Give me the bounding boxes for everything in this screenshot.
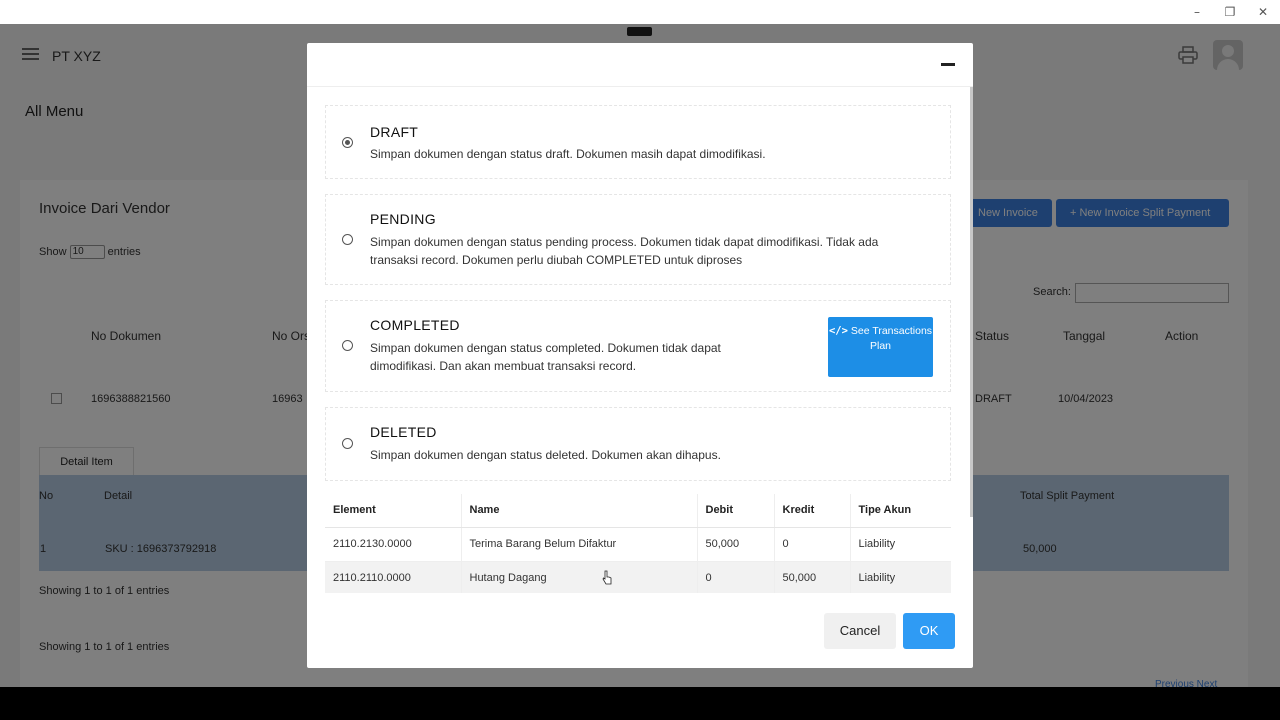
restore-window-button[interactable]: ❐ bbox=[1222, 4, 1238, 20]
table-row: 2110.2130.0000 Terima Barang Belum Difak… bbox=[325, 527, 951, 562]
radio-deleted[interactable] bbox=[342, 438, 353, 449]
option-deleted[interactable]: DELETED Simpan dokumen dengan status del… bbox=[325, 407, 951, 481]
see-transactions-plan-button[interactable]: </> See Transactions Plan bbox=[828, 317, 933, 377]
close-window-button[interactable]: ✕ bbox=[1255, 4, 1271, 20]
minimize-window-button[interactable]: – bbox=[1189, 4, 1205, 20]
cell-name: Terima Barang Belum Difaktur bbox=[460, 527, 697, 562]
transactions-plan-table: Element Name Debit Kredit Tipe Akun 2110… bbox=[325, 494, 951, 593]
ok-button[interactable]: OK bbox=[903, 613, 955, 649]
option-draft-desc: Simpan dokumen dengan status draft. Doku… bbox=[370, 147, 766, 161]
column-tipe-akun: Tipe Akun bbox=[849, 494, 951, 528]
status-modal: DRAFT Simpan dokumen dengan status draft… bbox=[307, 43, 973, 668]
column-kredit: Kredit bbox=[773, 494, 850, 528]
radio-completed[interactable] bbox=[342, 340, 353, 351]
cancel-button[interactable]: Cancel bbox=[824, 613, 896, 649]
option-draft-title: DRAFT bbox=[370, 124, 419, 140]
cell-name: Hutang Dagang bbox=[460, 561, 697, 593]
minimize-modal-button[interactable] bbox=[941, 63, 955, 66]
modal-header bbox=[307, 43, 973, 87]
option-completed[interactable]: COMPLETED Simpan dokumen dengan status c… bbox=[325, 300, 951, 392]
hand-cursor-icon bbox=[602, 570, 612, 585]
cell-tipe-akun: Liability bbox=[849, 561, 951, 593]
option-pending-title: PENDING bbox=[370, 211, 436, 227]
option-deleted-desc: Simpan dokumen dengan status deleted. Do… bbox=[370, 448, 721, 462]
radio-draft[interactable] bbox=[342, 137, 353, 148]
cell-element: 2110.2130.0000 bbox=[325, 527, 461, 562]
option-pending[interactable]: PENDING Simpan dokumen dengan status pen… bbox=[325, 194, 951, 285]
column-debit: Debit bbox=[696, 494, 774, 528]
modal-body: DRAFT Simpan dokumen dengan status draft… bbox=[307, 87, 973, 593]
option-pending-desc: Simpan dokumen dengan status pending pro… bbox=[370, 235, 879, 267]
option-draft[interactable]: DRAFT Simpan dokumen dengan status draft… bbox=[325, 105, 951, 179]
option-completed-desc: Simpan dokumen dengan status completed. … bbox=[370, 341, 721, 373]
cell-element: 2110.2110.0000 bbox=[325, 561, 461, 593]
option-completed-title: COMPLETED bbox=[370, 317, 460, 333]
window-titlebar: – ❐ ✕ bbox=[0, 0, 1280, 24]
column-element: Element bbox=[325, 494, 461, 528]
radio-pending[interactable] bbox=[342, 234, 353, 245]
table-row: 2110.2110.0000 Hutang Dagang 0 50,000 Li… bbox=[325, 561, 951, 593]
cell-debit: 50,000 bbox=[696, 527, 774, 562]
cell-tipe-akun: Liability bbox=[849, 527, 951, 562]
option-deleted-title: DELETED bbox=[370, 424, 437, 440]
code-icon: </> bbox=[828, 325, 848, 337]
see-transactions-plan-label: See Transactions Plan bbox=[850, 325, 933, 352]
cell-debit: 0 bbox=[696, 561, 774, 593]
cell-kredit: 50,000 bbox=[773, 561, 850, 593]
cell-kredit: 0 bbox=[773, 527, 850, 562]
column-name: Name bbox=[460, 494, 697, 528]
